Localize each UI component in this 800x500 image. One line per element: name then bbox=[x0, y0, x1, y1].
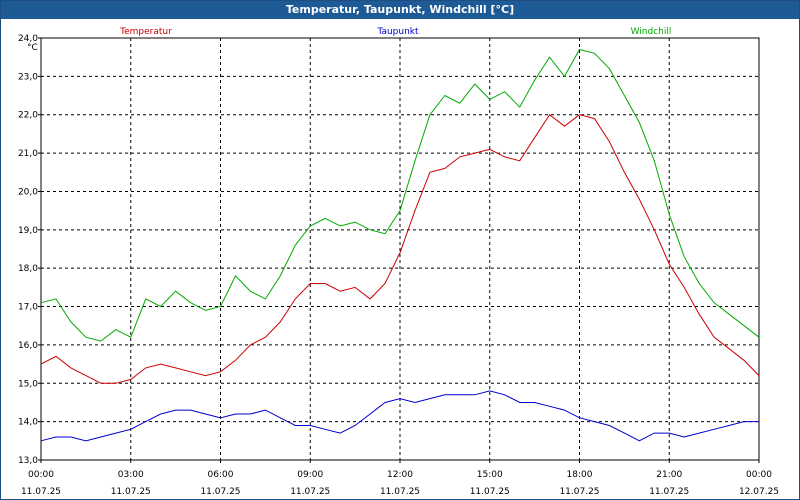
x-tick-date-label: 11.07.25 bbox=[380, 487, 420, 497]
legend-windchill: Windchill bbox=[631, 27, 672, 37]
x-tick-date-label: 11.07.25 bbox=[559, 487, 599, 497]
x-tick-time-label: 06:00 bbox=[208, 470, 234, 480]
x-tick-date-label: 12.07.25 bbox=[739, 487, 779, 497]
y-tick-label: 14,0 bbox=[18, 418, 38, 428]
chart-area: 13,0 14,0 15,0 16,0 17,0 18,0 19,0 20,0 21,0 22,0… bbox=[18, 27, 779, 497]
legend-temperatur: Temperatur bbox=[119, 27, 172, 37]
x-tick-date-label: 11.07.25 bbox=[290, 487, 330, 497]
x-tick-date-label: 11.07.25 bbox=[649, 487, 689, 497]
x-tick-date-label: 11.07.25 bbox=[470, 487, 510, 497]
y-tick-label: 17,0 bbox=[18, 303, 38, 313]
x-tick-time-label: 12:00 bbox=[387, 470, 413, 480]
y-tick-label: 23,0 bbox=[18, 72, 38, 82]
x-tick-date-label: 11.07.25 bbox=[200, 487, 240, 497]
y-tick-label: 19,0 bbox=[18, 226, 38, 236]
x-tick-time-label: 03:00 bbox=[118, 470, 144, 480]
y-tick-label: 16,0 bbox=[18, 341, 38, 351]
x-tick-time-label: 21:00 bbox=[656, 470, 682, 480]
x-tick-time-label: 00:00 bbox=[746, 470, 772, 480]
chart-window: Temperatur, Taupunkt, Windchill [°C] 13,… bbox=[0, 0, 800, 500]
x-tick-time-label: 18:00 bbox=[567, 470, 593, 480]
x-tick-time-label: 15:00 bbox=[477, 470, 503, 480]
y-tick-label: 18,0 bbox=[18, 264, 38, 274]
legend-taupunkt: Taupunkt bbox=[376, 27, 419, 37]
y-tick-label: 21,0 bbox=[18, 149, 38, 159]
y-axis-label: °C bbox=[27, 43, 38, 53]
y-tick-label: 20,0 bbox=[18, 187, 38, 197]
x-tick-date-label: 11.07.25 bbox=[21, 487, 61, 497]
x-tick-time-label: 00:00 bbox=[28, 470, 54, 480]
y-tick-label: 15,0 bbox=[18, 379, 38, 389]
x-tick-time-label: 09:00 bbox=[297, 470, 323, 480]
x-tick-date-label: 11.07.25 bbox=[111, 487, 151, 497]
y-tick-label: 13,0 bbox=[18, 456, 38, 466]
y-tick-label: 22,0 bbox=[18, 111, 38, 121]
